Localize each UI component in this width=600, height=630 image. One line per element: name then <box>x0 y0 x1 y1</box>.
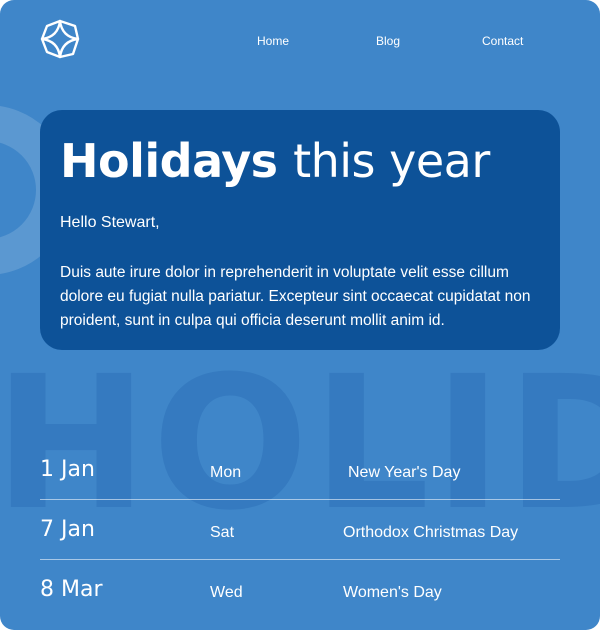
logo-icon[interactable] <box>40 19 80 59</box>
nav-blog-link[interactable]: Blog <box>376 34 400 48</box>
holiday-name: Orthodox Christmas Day <box>343 524 519 541</box>
holiday-weekday: Sat <box>210 524 235 541</box>
title-light: this year <box>293 134 490 188</box>
page-title: Holidays this year <box>60 136 540 187</box>
holiday-weekday: Mon <box>210 464 242 481</box>
title-bold: Holidays <box>60 134 278 188</box>
holiday-date: 7 Jan <box>40 517 95 542</box>
holiday-date: 8 Mar <box>40 577 103 602</box>
intro-card: Holidays this year Hello Stewart, Duis a… <box>40 110 560 350</box>
greeting-text: Hello Stewart, <box>60 213 160 231</box>
holiday-name: Women's Day <box>343 584 442 601</box>
email-frame: HOLIDAYS Home Blog Contact Holidays this… <box>0 0 600 630</box>
holiday-weekday: Wed <box>210 584 243 601</box>
nav-home-link[interactable]: Home <box>257 34 289 48</box>
body-text: Duis aute irure dolor in reprehenderit i… <box>60 263 531 329</box>
holiday-row: 1 Jan Mon New Year's Day <box>40 440 560 500</box>
holiday-list: 1 Jan Mon New Year's Day 7 Jan Sat Ortho… <box>40 440 560 620</box>
holiday-row: 7 Jan Sat Orthodox Christmas Day <box>40 500 560 560</box>
holiday-name: New Year's Day <box>348 464 461 481</box>
holiday-date: 1 Jan <box>40 457 95 482</box>
holiday-row: 8 Mar Wed Women's Day <box>40 560 560 620</box>
nav-contact-link[interactable]: Contact <box>482 34 523 48</box>
